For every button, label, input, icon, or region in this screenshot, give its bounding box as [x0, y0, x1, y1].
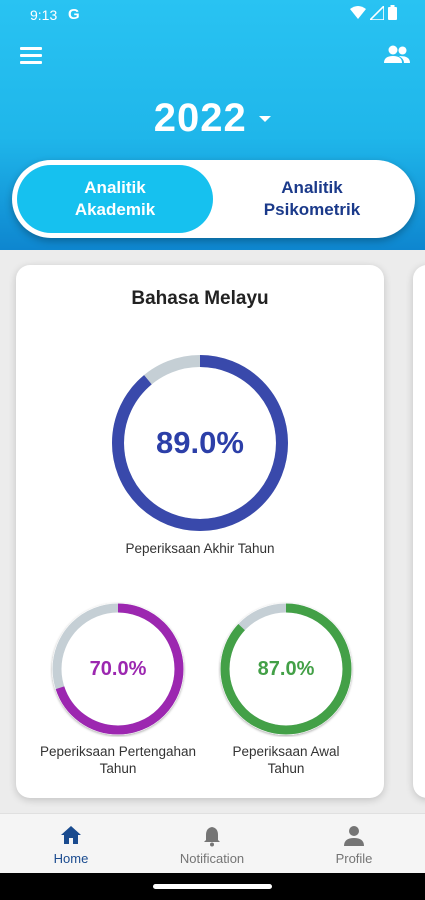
system-icons	[350, 5, 397, 20]
tab-label: Analitik Psikometrik	[263, 178, 361, 219]
menu-button[interactable]	[20, 47, 42, 65]
google-icon: G	[68, 6, 80, 23]
year-value: 2022	[153, 96, 247, 140]
caret-down-icon	[259, 115, 272, 122]
analytics-tabs: Analitik Akademik Analitik Psikometrik	[12, 160, 415, 238]
next-subject-card[interactable]	[413, 265, 425, 798]
gauge-early-exam: 87.0%	[218, 601, 354, 737]
gauge-value: 70.0%	[89, 657, 147, 680]
gauge-label: Peperiksaan Awal Tahun	[232, 744, 340, 776]
year-dropdown[interactable]: 2022	[0, 96, 425, 141]
nav-home[interactable]: Home	[11, 814, 131, 874]
bell-icon	[204, 827, 220, 847]
status-time: 9:13	[30, 7, 58, 23]
tab-analitik-akademik[interactable]: Analitik Akademik	[17, 165, 213, 233]
person-icon	[344, 826, 364, 846]
bottom-navigation: Home Notification Profile	[0, 813, 425, 873]
gauge-value: 87.0%	[257, 657, 315, 680]
menu-icon	[20, 47, 42, 50]
signal-icon	[370, 5, 384, 20]
home-icon	[61, 826, 81, 844]
home-gesture-handle[interactable]	[153, 884, 272, 889]
app-header: 9:13 G 2022 Analitik Akademik Analitik Psi…	[0, 0, 425, 250]
card-title: Bahasa Melayu	[131, 288, 269, 309]
users-icon[interactable]	[383, 44, 411, 66]
battery-icon	[388, 5, 397, 20]
nav-notification[interactable]: Notification	[152, 814, 272, 874]
tab-label: Analitik Akademik	[74, 178, 156, 219]
gauge-label: Peperiksaan Akhir Tahun	[125, 541, 275, 556]
gauge-value: 89.0%	[156, 425, 244, 460]
nav-label: Home	[53, 851, 89, 866]
subject-card[interactable]: Bahasa Melayu 89.0% Peperiksaan Akhir Ta…	[16, 265, 384, 798]
wifi-icon	[350, 5, 366, 19]
gauge-midyear-exam: 70.0%	[50, 601, 186, 737]
gauge-final-exam: 89.0%	[110, 353, 290, 533]
nav-profile[interactable]: Profile	[294, 814, 414, 874]
nav-label: Profile	[335, 851, 373, 866]
status-bar: 9:13 G	[0, 0, 425, 30]
nav-label: Notification	[179, 851, 245, 866]
gauge-label: Peperiksaan Pertengahan Tahun	[39, 744, 197, 776]
tab-analitik-psikometrik[interactable]: Analitik Psikometrik	[214, 165, 410, 233]
